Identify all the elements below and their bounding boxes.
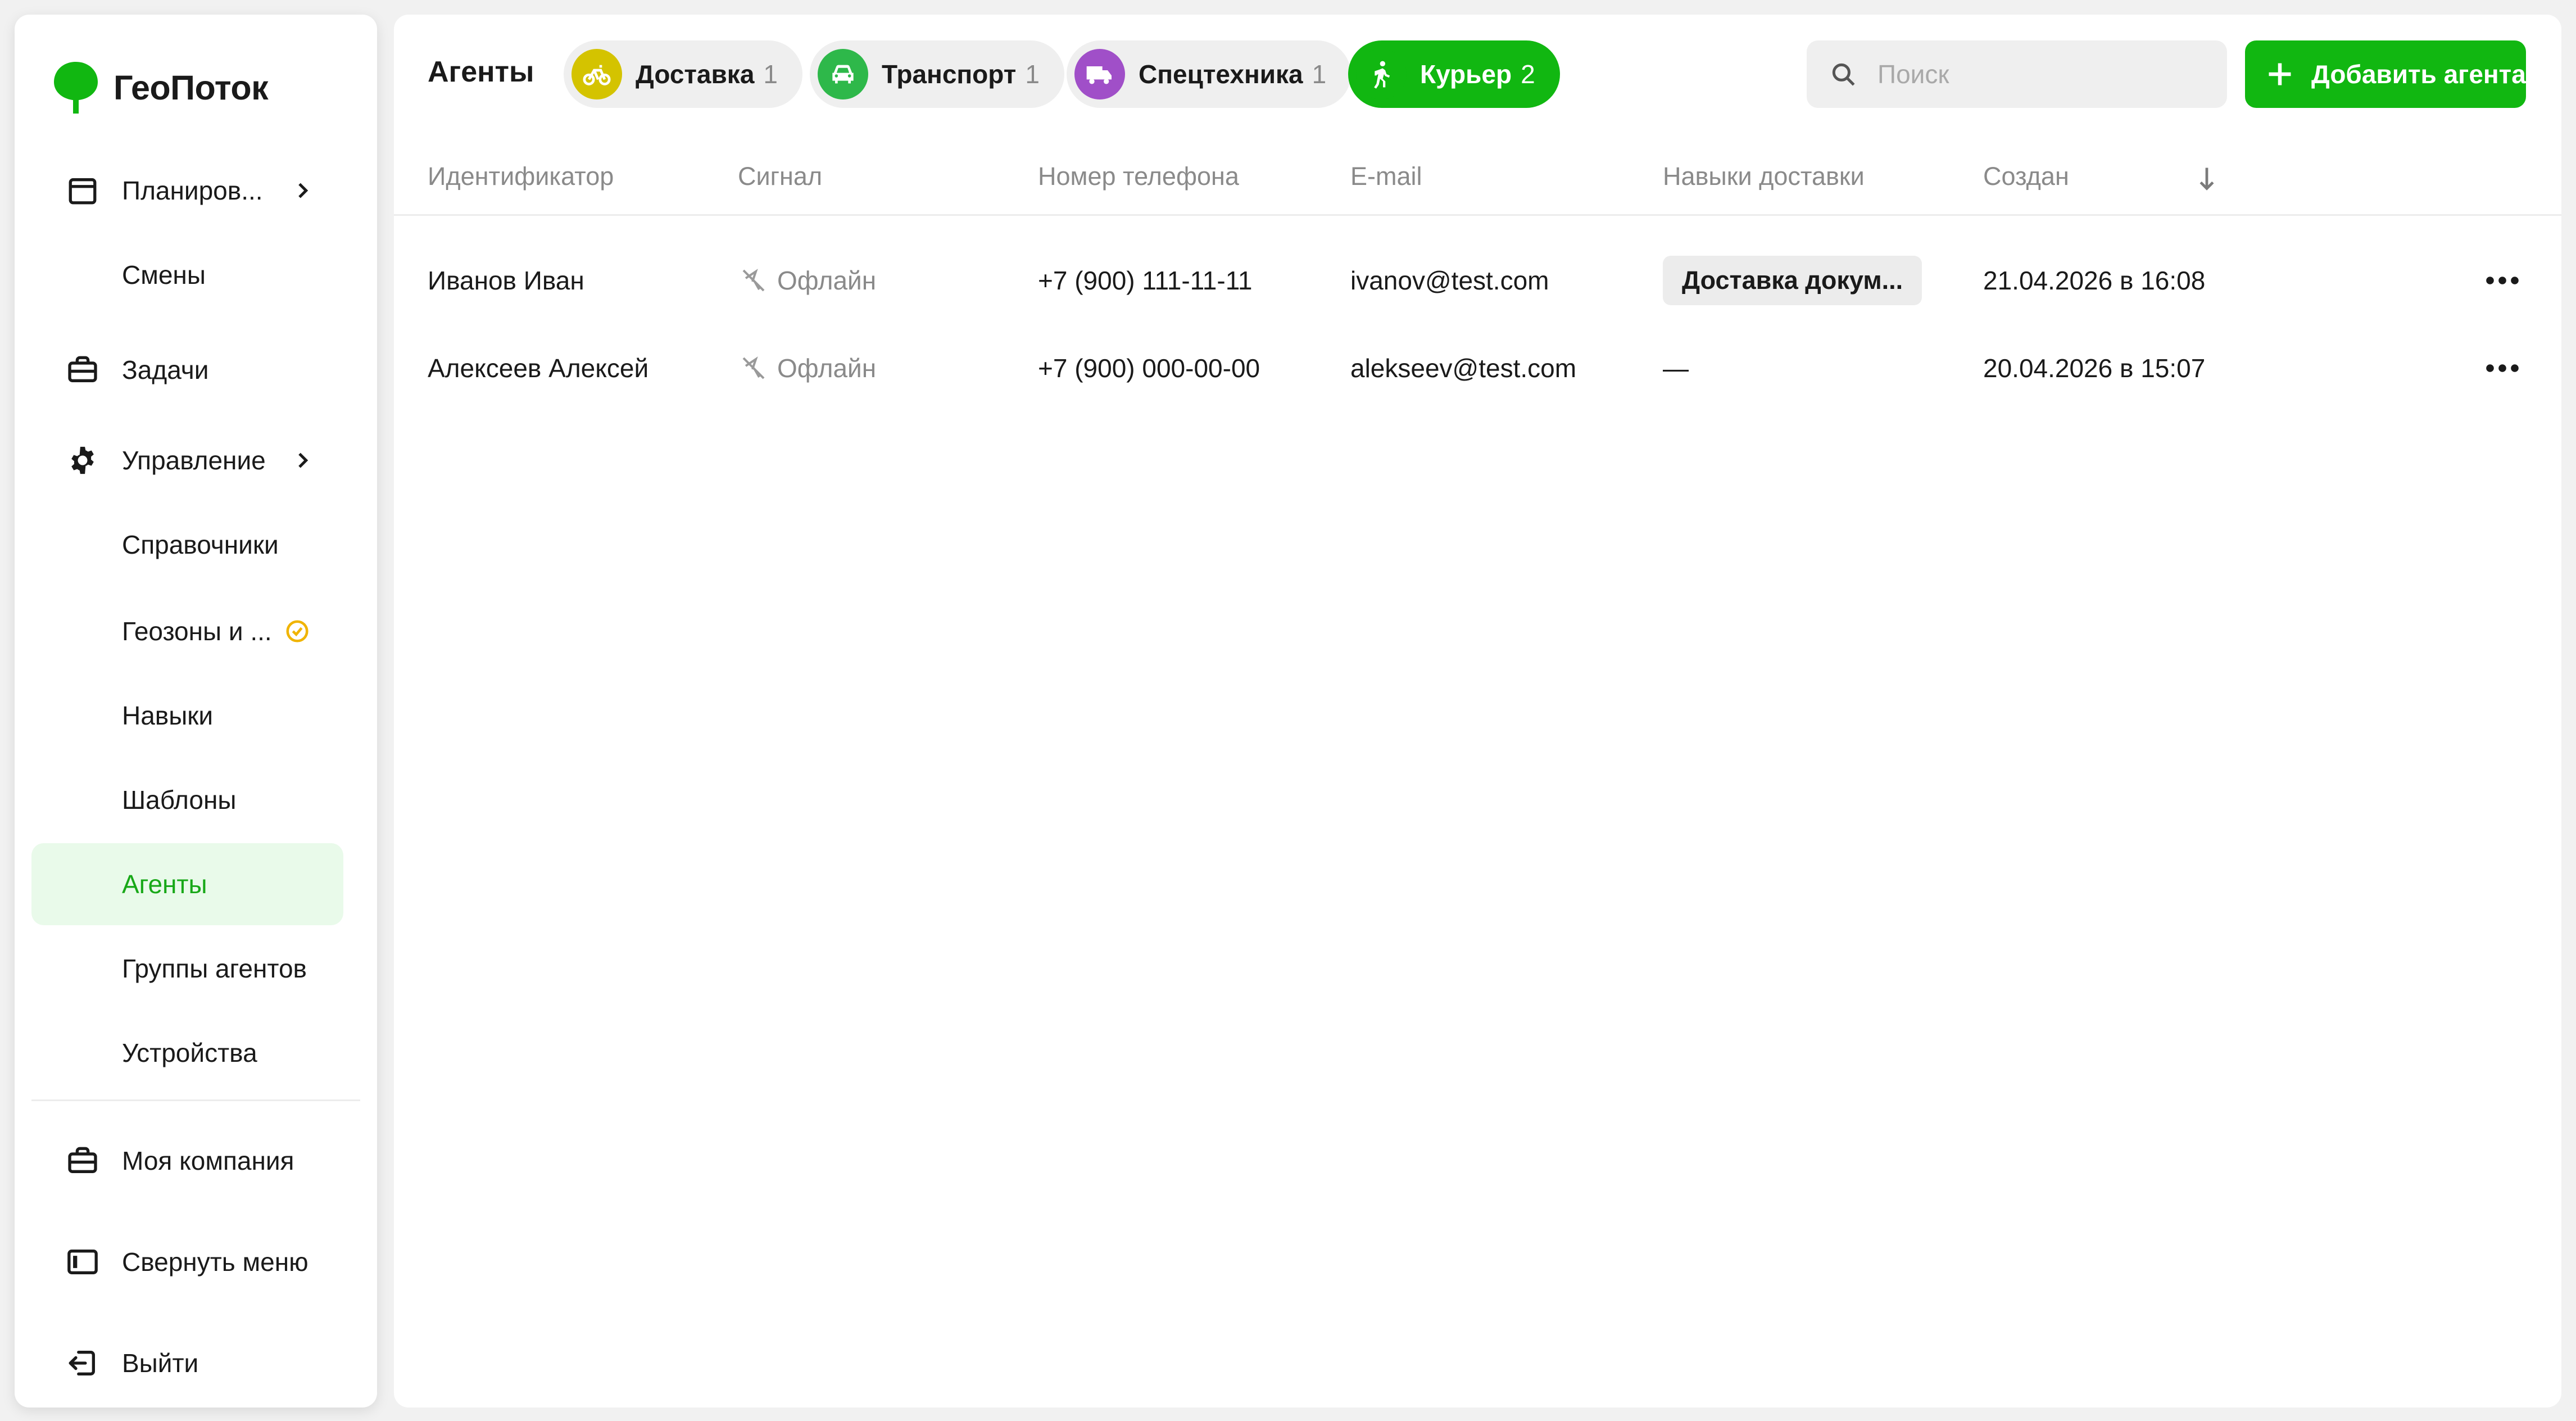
logout-icon bbox=[69, 1351, 95, 1375]
search-box[interactable] bbox=[1807, 40, 2227, 108]
truck-icon bbox=[1074, 49, 1125, 99]
chip-label: Доставка bbox=[636, 60, 755, 89]
sidebar-item-label: Шаблоны bbox=[122, 785, 237, 814]
more-options-icon[interactable] bbox=[2484, 363, 2520, 374]
plus-icon bbox=[2269, 63, 2291, 85]
sidebar-item-label: Агенты bbox=[122, 870, 207, 899]
add-agent-button[interactable]: Добавить агента bbox=[2245, 40, 2526, 108]
sidebar-item-label: Смены bbox=[122, 260, 206, 289]
search-icon bbox=[1832, 63, 1855, 86]
cell-email: alekseev@test.com bbox=[1350, 354, 1577, 383]
table-row[interactable]: Иванов Иван Офлайн +7 (900) 111-11-11 iv… bbox=[394, 238, 2561, 323]
chip-count: 1 bbox=[763, 60, 778, 89]
sidebar-item-label: Геозоны и ... bbox=[122, 617, 272, 646]
logo[interactable]: ГеоПоток bbox=[51, 60, 269, 116]
add-agent-label: Добавить агента bbox=[2311, 60, 2526, 89]
filter-chip-delivery[interactable]: Доставка 1 bbox=[564, 40, 802, 108]
column-header-signal[interactable]: Сигнал bbox=[738, 162, 822, 191]
table-header: Идентификатор Сигнал Номер телефона E-ma… bbox=[394, 145, 2561, 216]
sidebar-item-my-company[interactable]: Моя компания bbox=[31, 1120, 343, 1202]
sidebar-item-label: Устройства bbox=[122, 1038, 257, 1067]
sidebar-item-label: Задачи bbox=[122, 355, 209, 384]
sidebar-divider bbox=[31, 1099, 360, 1101]
logout-button[interactable]: Выйти bbox=[31, 1322, 343, 1404]
page-title: Агенты bbox=[428, 56, 534, 88]
cell-signal: Офлайн bbox=[740, 265, 876, 296]
signal-label: Офлайн bbox=[777, 266, 877, 295]
car-icon bbox=[818, 49, 868, 99]
column-header-email[interactable]: E-mail bbox=[1350, 162, 1422, 191]
cell-id: Иванов Иван bbox=[428, 266, 584, 295]
cell-phone: +7 (900) 111-11-11 bbox=[1038, 266, 1253, 295]
main-panel: Агенты Доставка 1 Транспорт 1 Спецтехник… bbox=[394, 15, 2561, 1408]
cell-created: 20.04.2026 в 15:07 bbox=[1983, 354, 2206, 383]
app-name: ГеоПоток bbox=[114, 69, 269, 107]
sidebar-item-label: Справочники bbox=[122, 530, 279, 559]
cell-created: 21.04.2026 в 16:08 bbox=[1983, 266, 2206, 295]
sidebar-item-agents[interactable]: Агенты bbox=[31, 843, 343, 925]
sidebar-item-management[interactable]: Управление bbox=[31, 419, 343, 501]
briefcase-icon bbox=[68, 356, 97, 382]
cell-id: Алексеев Алексей bbox=[428, 354, 649, 383]
table-row[interactable]: Алексеев Алексей Офлайн +7 (900) 000-00-… bbox=[394, 326, 2561, 410]
search-input[interactable] bbox=[1877, 40, 2216, 108]
filter-chip-courier[interactable]: Курьер 2 bbox=[1348, 40, 1560, 108]
cell-phone: +7 (900) 000-00-00 bbox=[1038, 354, 1260, 383]
collapse-sidebar-icon bbox=[67, 1250, 98, 1274]
sidebar-item-devices[interactable]: Устройства bbox=[31, 1012, 343, 1094]
sidebar-item-label: Планиров... bbox=[122, 176, 263, 205]
sidebar-item-tasks[interactable]: Задачи bbox=[31, 329, 343, 411]
sidebar: ГеоПоток Планиров... Смены Задачи Управл… bbox=[15, 15, 377, 1408]
skill-tag: Доставка докум... bbox=[1663, 256, 1922, 305]
calendar-icon bbox=[69, 178, 97, 205]
column-header-id[interactable]: Идентификатор bbox=[428, 162, 614, 191]
more-options-icon[interactable] bbox=[2484, 275, 2520, 286]
column-header-created[interactable]: Создан bbox=[1983, 162, 2069, 191]
sidebar-item-planning[interactable]: Планиров... bbox=[31, 150, 343, 232]
filter-chip-special-equipment[interactable]: Спецтехника 1 bbox=[1067, 40, 1352, 108]
chip-count: 1 bbox=[1312, 60, 1327, 89]
sidebar-item-label: Выйти bbox=[122, 1348, 199, 1378]
sidebar-item-shifts[interactable]: Смены bbox=[31, 234, 343, 316]
sidebar-item-geozones[interactable]: Геозоны и ... bbox=[31, 590, 343, 672]
chip-label: Курьер bbox=[1420, 60, 1512, 89]
briefcase-icon bbox=[68, 1147, 97, 1173]
sort-arrow-down-icon[interactable] bbox=[2196, 164, 2218, 193]
cell-skills: — bbox=[1663, 354, 1689, 383]
sidebar-item-label: Управление bbox=[122, 446, 266, 475]
collapse-menu-button[interactable]: Свернуть меню bbox=[31, 1221, 343, 1303]
sidebar-item-label: Свернуть меню bbox=[122, 1247, 309, 1277]
cell-email: ivanov@test.com bbox=[1350, 266, 1549, 295]
chevron-right-icon[interactable] bbox=[291, 178, 314, 203]
gear-icon bbox=[71, 446, 94, 474]
column-header-skills[interactable]: Навыки доставки bbox=[1663, 162, 1865, 191]
sidebar-item-directories[interactable]: Справочники bbox=[31, 504, 343, 586]
sidebar-item-label: Моя компания bbox=[122, 1146, 294, 1175]
sidebar-item-templates[interactable]: Шаблоны bbox=[31, 759, 343, 841]
sidebar-item-agent-groups[interactable]: Группы агентов bbox=[31, 927, 343, 1010]
cell-signal: Офлайн bbox=[740, 353, 876, 383]
bicycle-icon bbox=[572, 49, 622, 99]
no-signal-icon bbox=[742, 356, 765, 379]
signal-label: Офлайн bbox=[777, 354, 877, 383]
chip-count: 1 bbox=[1025, 60, 1040, 89]
chip-label: Транспорт bbox=[882, 60, 1017, 89]
walking-icon bbox=[1356, 49, 1407, 99]
column-header-phone[interactable]: Номер телефона bbox=[1038, 162, 1239, 191]
chip-count: 2 bbox=[1521, 60, 1535, 89]
clock-icon bbox=[286, 620, 309, 642]
chip-label: Спецтехника bbox=[1139, 60, 1303, 89]
tree-logo-icon bbox=[54, 62, 98, 114]
no-signal-icon bbox=[742, 269, 765, 292]
chevron-right-icon[interactable] bbox=[291, 447, 314, 473]
filter-chip-transport[interactable]: Транспорт 1 bbox=[810, 40, 1064, 108]
sidebar-item-label: Группы агентов bbox=[122, 954, 307, 983]
sidebar-item-label: Навыки bbox=[122, 701, 214, 730]
sidebar-item-skills[interactable]: Навыки bbox=[31, 675, 343, 757]
